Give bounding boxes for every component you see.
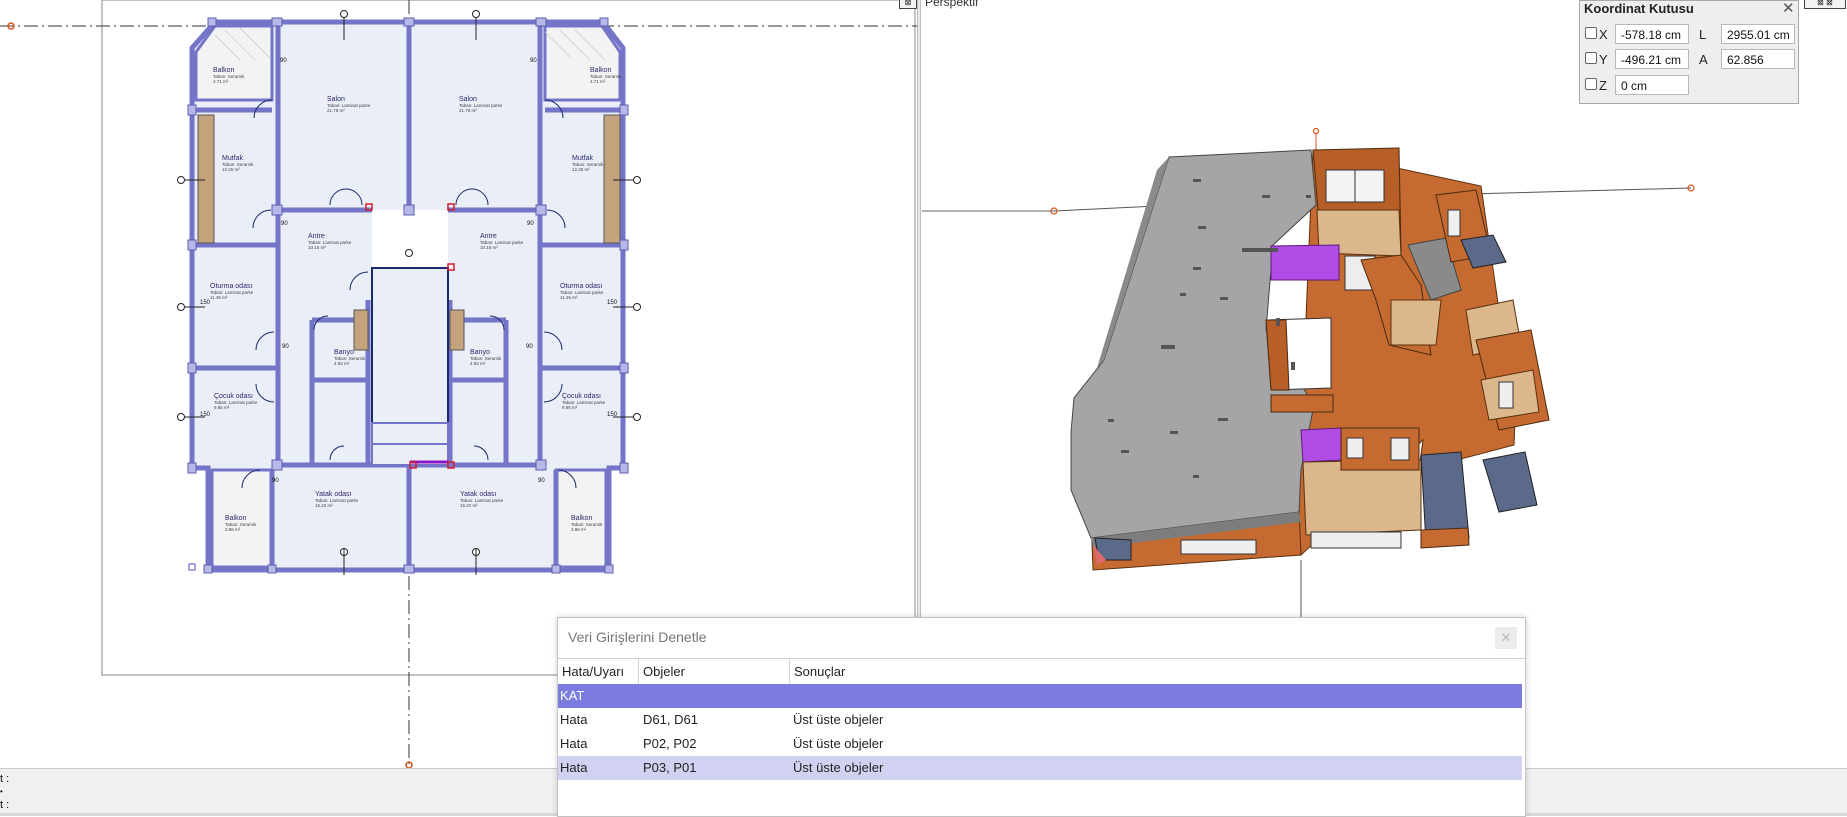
kitchen-counter-left bbox=[197, 114, 215, 244]
status-line-1: t : bbox=[0, 773, 10, 785]
coordinate-box-panel: Koordinat Kutusu ✕ X -578.18 cm L 2955.0… bbox=[1579, 0, 1799, 104]
x-coordinate-input[interactable]: -578.18 cm bbox=[1615, 24, 1689, 44]
a-label: A bbox=[1699, 52, 1708, 67]
svg-text:Antre: Antre bbox=[480, 233, 497, 240]
angle-input[interactable]: 62.856 bbox=[1721, 49, 1795, 69]
svg-text:3.86 m²: 3.86 m² bbox=[571, 527, 587, 532]
l-label: L bbox=[1699, 27, 1707, 42]
group-row[interactable]: KAT bbox=[558, 684, 1522, 708]
svg-text:Balkon: Balkon bbox=[590, 67, 612, 74]
check-data-entries-dialog: Veri Girişlerini Denetle ✕ Hata/Uyarı Ob… bbox=[557, 617, 1526, 817]
y-coordinate-input[interactable]: -496.21 cm bbox=[1615, 49, 1689, 69]
svg-text:3.71 m²: 3.71 m² bbox=[590, 79, 606, 84]
svg-text:9.86 m²: 9.86 m² bbox=[562, 405, 578, 410]
svg-text:Mutfak: Mutfak bbox=[572, 155, 594, 162]
close-icon[interactable]: ✕ bbox=[1782, 0, 1795, 17]
svg-text:150: 150 bbox=[607, 300, 618, 306]
z-lock-checkbox[interactable] bbox=[1585, 78, 1597, 90]
svg-text:10.16 m²: 10.16 m² bbox=[480, 245, 498, 250]
svg-text:3.86 m²: 3.86 m² bbox=[225, 527, 241, 532]
svg-text:90: 90 bbox=[281, 221, 288, 227]
svg-text:90: 90 bbox=[530, 58, 537, 64]
window-front-2 bbox=[1180, 539, 1257, 555]
column-header-objects[interactable]: Objeler bbox=[639, 659, 790, 684]
svg-text:Balkon: Balkon bbox=[213, 67, 235, 74]
svg-text:4.92 m²: 4.92 m² bbox=[334, 361, 350, 366]
svg-text:21.78 m²: 21.78 m² bbox=[327, 108, 345, 113]
stair-void bbox=[372, 210, 448, 268]
svg-text:Balkon: Balkon bbox=[225, 515, 247, 522]
svg-text:Banyo: Banyo bbox=[334, 349, 354, 356]
table-row-selected[interactable]: Hata P03, P01 Üst üste objeler bbox=[558, 756, 1522, 780]
svg-text:Salon: Salon bbox=[459, 96, 477, 103]
window-front-1 bbox=[1310, 531, 1402, 549]
y-lock-checkbox[interactable] bbox=[1585, 52, 1597, 64]
svg-text:Balkon: Balkon bbox=[571, 515, 593, 522]
svg-text:90: 90 bbox=[280, 58, 287, 64]
svg-text:3.71 m²: 3.71 m² bbox=[213, 79, 229, 84]
svg-text:Mutfak: Mutfak bbox=[222, 155, 244, 162]
svg-text:11.45 m²: 11.45 m² bbox=[560, 295, 578, 300]
z-label: Z bbox=[1599, 78, 1607, 93]
svg-text:Oturma odası: Oturma odası bbox=[560, 283, 602, 290]
table-row[interactable]: Hata D61, D61 Üst üste objeler bbox=[558, 708, 1522, 732]
svg-text:16.22 m²: 16.22 m² bbox=[315, 503, 333, 508]
coordinate-box-title: Koordinat Kutusu bbox=[1584, 1, 1694, 16]
viewport-corner-icon[interactable]: ⊠ ⊠ bbox=[1804, 0, 1846, 9]
svg-text:Oturma odası: Oturma odası bbox=[210, 283, 252, 290]
svg-text:150: 150 bbox=[200, 412, 211, 418]
svg-text:90: 90 bbox=[538, 478, 545, 484]
table-row[interactable]: Hata P02, P02 Üst üste objeler bbox=[558, 732, 1522, 756]
svg-text:90: 90 bbox=[272, 478, 279, 484]
svg-text:90: 90 bbox=[526, 344, 533, 350]
stair-well bbox=[371, 267, 449, 424]
y-label: Y bbox=[1599, 52, 1608, 67]
svg-text:90: 90 bbox=[527, 221, 534, 227]
svg-text:10.16 m²: 10.16 m² bbox=[308, 245, 326, 250]
svg-text:Çocuk odası: Çocuk odası bbox=[562, 393, 601, 400]
svg-text:12.26 m²: 12.26 m² bbox=[222, 167, 240, 172]
svg-text:150: 150 bbox=[200, 300, 211, 306]
viewport-menu-icon[interactable]: ⊠ bbox=[899, 0, 917, 9]
svg-text:90: 90 bbox=[282, 344, 289, 350]
length-input[interactable]: 2955.01 cm bbox=[1721, 24, 1795, 44]
group-label: KAT bbox=[560, 688, 585, 703]
column-header-results[interactable]: Sonuçlar bbox=[790, 659, 1522, 684]
svg-text:Çocuk odası: Çocuk odası bbox=[214, 393, 253, 400]
svg-text:Banyo: Banyo bbox=[470, 349, 490, 356]
svg-text:21.78 m²: 21.78 m² bbox=[459, 108, 477, 113]
svg-text:16.22 m²: 16.22 m² bbox=[460, 503, 478, 508]
svg-text:Yatak odası: Yatak odası bbox=[315, 491, 352, 498]
column-header-error[interactable]: Hata/Uyarı bbox=[558, 659, 639, 684]
close-icon[interactable]: ✕ bbox=[1495, 627, 1517, 649]
svg-text:Antre: Antre bbox=[308, 233, 325, 240]
status-line-2: t : bbox=[0, 799, 10, 811]
svg-text:Yatak odası: Yatak odası bbox=[460, 491, 497, 498]
svg-text:12.26 m²: 12.26 m² bbox=[572, 167, 590, 172]
z-coordinate-input[interactable]: 0 cm bbox=[1615, 75, 1689, 95]
x-lock-checkbox[interactable] bbox=[1585, 27, 1597, 39]
svg-text:4.92 m²: 4.92 m² bbox=[470, 361, 486, 366]
x-label: X bbox=[1599, 27, 1608, 42]
purple-block bbox=[1270, 244, 1340, 281]
svg-text:11.45 m²: 11.45 m² bbox=[210, 295, 228, 300]
kitchen-counter-right bbox=[603, 114, 621, 244]
svg-text:150: 150 bbox=[607, 412, 618, 418]
results-table: Hata/Uyarı Objeler Sonuçlar KAT Hata D61… bbox=[558, 658, 1525, 817]
svg-text:Salon: Salon bbox=[327, 96, 345, 103]
svg-text:9.86 m²: 9.86 m² bbox=[214, 405, 230, 410]
balcony-top-left bbox=[194, 24, 274, 102]
dialog-title: Veri Girişlerini Denetle bbox=[568, 629, 707, 645]
